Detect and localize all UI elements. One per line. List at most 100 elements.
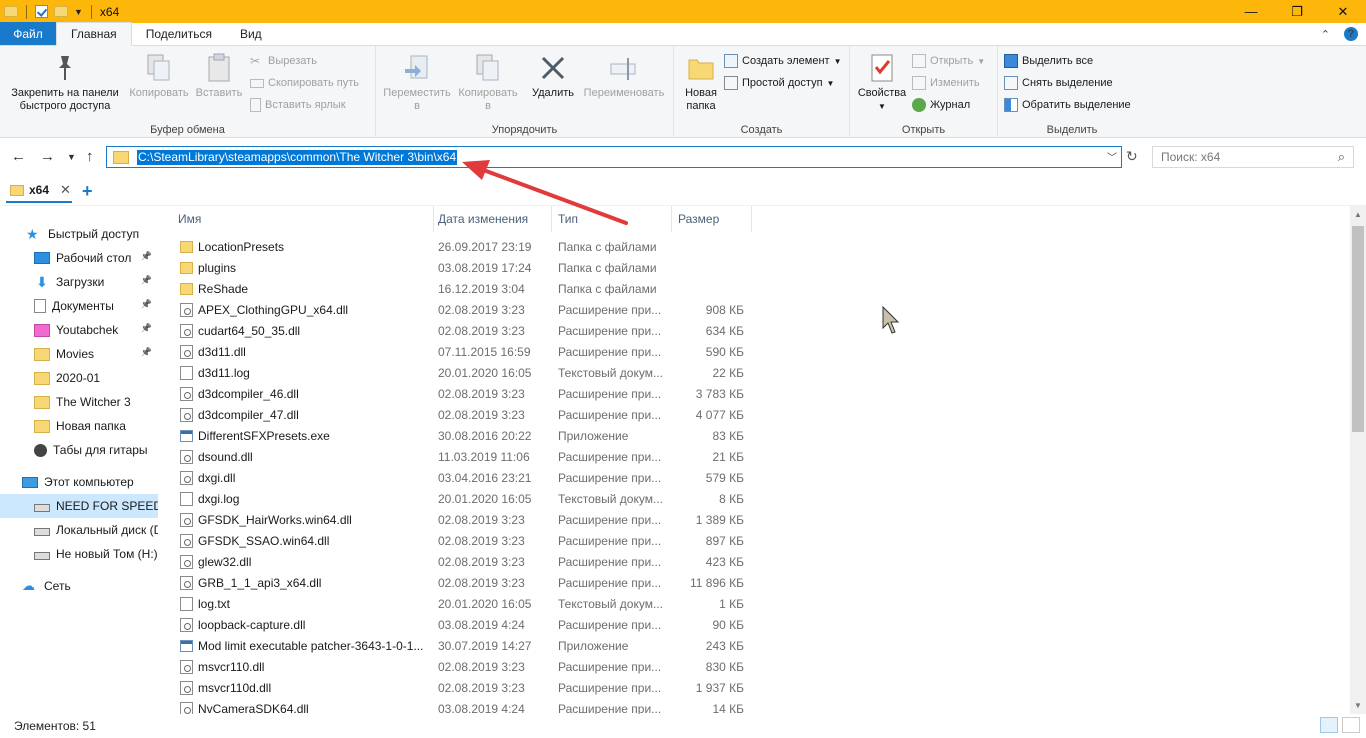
edit-label: Изменить bbox=[930, 77, 980, 89]
column-date[interactable]: Дата изменения bbox=[432, 206, 552, 232]
search-input[interactable]: Поиск: x64 ⌕ bbox=[1152, 146, 1354, 168]
table-row[interactable]: GRB_1_1_api3_x64.dll 02.08.2019 3:23 Расши… bbox=[158, 573, 758, 594]
chevron-down-icon[interactable]: ▼ bbox=[74, 7, 83, 17]
refresh-icon[interactable]: ↻ bbox=[1126, 148, 1138, 165]
paste-button[interactable]: Вставить bbox=[192, 52, 246, 100]
rename-button[interactable]: Переименовать bbox=[578, 52, 670, 100]
folder-tab[interactable]: x64 ✕ bbox=[6, 179, 72, 203]
table-row[interactable]: msvcr110d.dll 02.08.2019 3:23 Расширение п… bbox=[158, 678, 758, 699]
edit-button[interactable]: Изменить bbox=[912, 74, 980, 92]
sidebar-item[interactable]: Документы 📌 bbox=[0, 294, 158, 318]
address-bar[interactable]: C:\SteamLibrary\steamapps\common\The Wit… bbox=[106, 146, 1122, 168]
new-folder-icon bbox=[685, 52, 717, 84]
pin-icon: 📌 bbox=[140, 323, 152, 333]
copy-button[interactable]: Копировать bbox=[128, 52, 190, 100]
paste-shortcut-button[interactable]: Вставить ярлык bbox=[250, 96, 346, 114]
scroll-down-icon[interactable]: ▼ bbox=[1354, 701, 1362, 710]
address-path[interactable]: C:\SteamLibrary\steamapps\common\The Wit… bbox=[137, 149, 458, 165]
select-all-button[interactable]: Выделить все bbox=[1004, 52, 1093, 70]
sidebar-item[interactable]: Movies 📌 bbox=[0, 342, 158, 366]
copy-to-button[interactable]: Копировать в bbox=[454, 52, 522, 113]
nav-this-pc[interactable]: Этот компьютер bbox=[0, 470, 158, 494]
up-arrow-icon[interactable]: ↑ bbox=[86, 148, 94, 165]
tab-share[interactable]: Поделиться bbox=[132, 22, 226, 45]
new-folder-icon[interactable] bbox=[54, 6, 68, 17]
copy-path-button[interactable]: Скопировать путь bbox=[250, 74, 359, 92]
sidebar-item[interactable]: Новая папка bbox=[0, 414, 158, 438]
table-row[interactable]: NvCameraSDK64.dll 03.08.2019 4:24 Расширен… bbox=[158, 699, 758, 714]
properties-button[interactable]: Свойства ▼ bbox=[854, 52, 910, 113]
column-name[interactable]: Имя bbox=[172, 206, 434, 232]
history-button[interactable]: Журнал bbox=[912, 96, 970, 114]
table-row[interactable]: dxgi.dll 03.04.2016 23:21 Расширение при..… bbox=[158, 468, 758, 489]
table-row[interactable]: log.txt 20.01.2020 16:05 Текстовый докум..… bbox=[158, 594, 758, 615]
easy-access-button[interactable]: Простой доступ ▼ bbox=[724, 74, 834, 92]
help-icon[interactable]: ? bbox=[1344, 27, 1358, 41]
table-row[interactable]: dsound.dll 11.03.2019 11:06 Расширение при… bbox=[158, 447, 758, 468]
table-row[interactable]: cudart64_50_35.dll 02.08.2019 3:23 Расшире… bbox=[158, 321, 758, 342]
cut-button[interactable]: ✂ Вырезать bbox=[250, 52, 317, 70]
nav-network[interactable]: ☁ Сеть bbox=[0, 574, 158, 598]
table-row[interactable]: plugins 03.08.2019 17:24 Папка с файлами bbox=[158, 258, 758, 279]
folder-icon bbox=[4, 6, 18, 17]
table-row[interactable]: loopback-capture.dll 03.08.2019 4:24 Расши… bbox=[158, 615, 758, 636]
chevron-down-icon[interactable]: ﹀ bbox=[1107, 149, 1117, 164]
column-size[interactable]: Размер bbox=[672, 206, 752, 232]
move-to-button[interactable]: Переместить в bbox=[380, 52, 454, 113]
close-icon[interactable]: ✕ bbox=[60, 182, 71, 198]
invert-selection-button[interactable]: Обратить выделение bbox=[1004, 96, 1131, 114]
new-folder-button[interactable]: Новая папка bbox=[678, 52, 724, 113]
sidebar-item[interactable]: Youtabchek 📌 bbox=[0, 318, 158, 342]
select-none-button[interactable]: Снять выделение bbox=[1004, 74, 1113, 92]
table-row[interactable]: Mod limit executable patcher-3643-1-0-1.… bbox=[158, 636, 758, 657]
vertical-scrollbar[interactable]: ▲ ▼ bbox=[1350, 206, 1366, 714]
scroll-up-icon[interactable]: ▲ bbox=[1354, 210, 1362, 219]
minimize-button[interactable]: — bbox=[1228, 0, 1274, 23]
tab-home[interactable]: Главная bbox=[56, 22, 132, 46]
file-name: GRB_1_1_api3_x64.dll bbox=[198, 576, 322, 590]
file-size: 90 КБ bbox=[712, 618, 744, 632]
file-size: 83 КБ bbox=[712, 429, 744, 443]
sidebar-item-drive[interactable]: NEED FOR SPEED (C bbox=[0, 494, 158, 518]
sidebar-item[interactable]: ⬇ Загрузки 📌 bbox=[0, 270, 158, 294]
table-row[interactable]: ReShade 16.12.2019 3:04 Папка с файлами bbox=[158, 279, 758, 300]
new-item-button[interactable]: Создать элемент ▼ bbox=[724, 52, 841, 70]
recent-locations-chevron-icon[interactable]: ▼ bbox=[67, 152, 76, 162]
table-row[interactable]: APEX_ClothingGPU_x64.dll 02.08.2019 3:23 Р… bbox=[158, 300, 758, 321]
maximize-button[interactable]: ❐ bbox=[1274, 0, 1320, 23]
table-row[interactable]: d3dcompiler_47.dll 02.08.2019 3:23 Расшире… bbox=[158, 405, 758, 426]
details-view-icon[interactable] bbox=[1320, 717, 1338, 733]
nav-quick-access[interactable]: ★ Быстрый доступ bbox=[0, 222, 158, 246]
tab-view[interactable]: Вид bbox=[226, 22, 276, 45]
column-type[interactable]: Тип bbox=[552, 206, 672, 232]
table-row[interactable]: d3d11.dll 07.11.2015 16:59 Расширение при.… bbox=[158, 342, 758, 363]
scrollbar-thumb[interactable] bbox=[1352, 226, 1364, 432]
large-icons-view-icon[interactable] bbox=[1342, 717, 1360, 733]
table-row[interactable]: msvcr110.dll 02.08.2019 3:23 Расширение пр… bbox=[158, 657, 758, 678]
properties-icon[interactable] bbox=[35, 5, 48, 18]
open-button[interactable]: Открыть ▼ bbox=[912, 52, 985, 70]
table-row[interactable]: GFSDK_HairWorks.win64.dll 02.08.2019 3:23… bbox=[158, 510, 758, 531]
table-row[interactable]: d3dcompiler_46.dll 02.08.2019 3:23 Расшире… bbox=[158, 384, 758, 405]
sidebar-item[interactable]: 2020-01 bbox=[0, 366, 158, 390]
sidebar-item[interactable]: The Witcher 3 bbox=[0, 390, 158, 414]
table-row[interactable]: DifferentSFXPresets.exe 30.08.2016 20:22 П… bbox=[158, 426, 758, 447]
back-arrow-icon[interactable]: ← bbox=[11, 148, 26, 165]
close-button[interactable]: ✕ bbox=[1320, 0, 1366, 23]
chevron-up-icon[interactable]: ⌃ bbox=[1321, 28, 1330, 41]
tab-file[interactable]: Файл bbox=[0, 22, 56, 45]
delete-button[interactable]: Удалить bbox=[528, 52, 578, 100]
file-type: Расширение при... bbox=[558, 408, 662, 422]
table-row[interactable]: LocationPresets 26.09.2017 23:19 Папка с ф… bbox=[158, 237, 758, 258]
forward-arrow-icon[interactable]: → bbox=[40, 148, 55, 165]
table-row[interactable]: glew32.dll 02.08.2019 3:23 Расширение при.… bbox=[158, 552, 758, 573]
sidebar-item[interactable]: Табы для гитары bbox=[0, 438, 158, 462]
table-row[interactable]: dxgi.log 20.01.2020 16:05 Текстовый докум.… bbox=[158, 489, 758, 510]
add-tab-icon[interactable]: + bbox=[82, 181, 93, 202]
sidebar-item-drive[interactable]: Локальный диск (D bbox=[0, 518, 158, 542]
pin-quick-access-button[interactable]: Закрепить на панели быстрого доступа bbox=[6, 52, 124, 113]
table-row[interactable]: d3d11.log 20.01.2020 16:05 Текстовый докум… bbox=[158, 363, 758, 384]
sidebar-item-drive[interactable]: Не новый Том (H:) bbox=[0, 542, 158, 566]
sidebar-item[interactable]: Рабочий стол 📌 bbox=[0, 246, 158, 270]
table-row[interactable]: GFSDK_SSAO.win64.dll 02.08.2019 3:23 Расши… bbox=[158, 531, 758, 552]
